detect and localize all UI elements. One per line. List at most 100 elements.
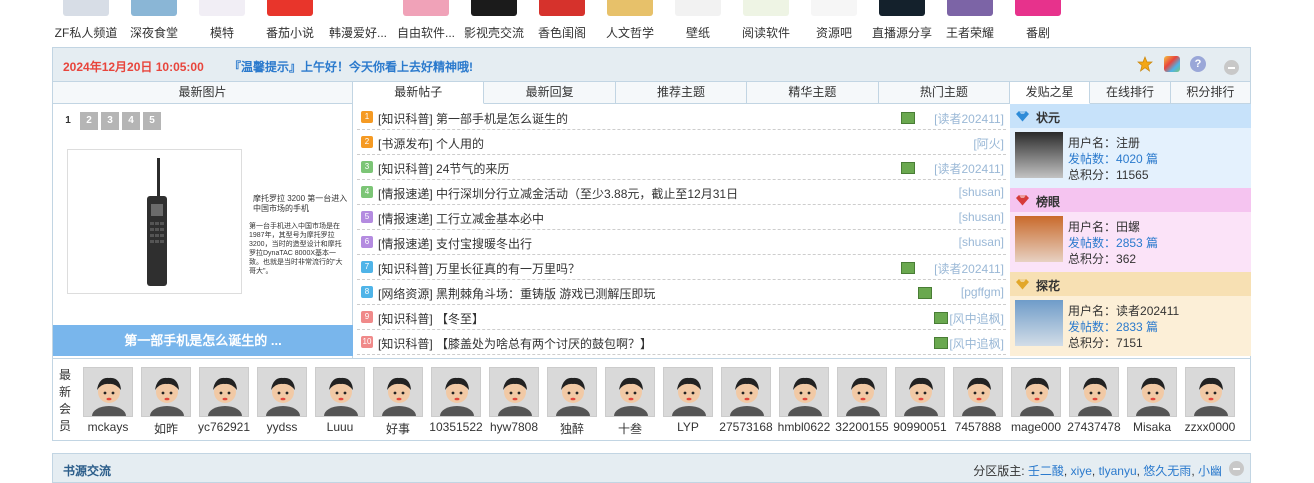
member-item[interactable]: 独醉 <box>543 367 601 437</box>
thread-title-link[interactable]: [知识科普] 【膝盖处为啥总有两个讨厌的鼓包啊？】 <box>378 335 652 352</box>
forum-link[interactable]: 香色闺阁 <box>528 0 596 42</box>
member-item[interactable]: mage000 <box>1007 367 1065 437</box>
help-icon[interactable]: ? <box>1190 56 1206 72</box>
member-item[interactable]: 十叁 <box>601 367 659 437</box>
default-avatar-icon <box>141 367 191 417</box>
picture-slideshow: 12345 摩托罗拉 3200 第一台进入中国市场的手机 第一台手机进入中国市场… <box>53 104 353 358</box>
member-item[interactable]: 90990051 <box>891 367 949 437</box>
tab-thread-1[interactable]: 最新帖子 <box>353 82 485 104</box>
thread-title-link[interactable]: [情报速递] 支付宝搜暖冬出行 <box>378 235 532 252</box>
star-icon[interactable] <box>1137 56 1153 72</box>
default-avatar-icon <box>721 367 771 417</box>
thread-title-link[interactable]: [知识科普] 24节气的来历 <box>378 160 509 177</box>
slide-page-button[interactable]: 4 <box>122 112 140 130</box>
tab-thread-3[interactable]: 推荐主题 <box>615 82 748 104</box>
thread-category: [知识科普] <box>378 262 433 276</box>
default-avatar-icon <box>373 367 423 417</box>
thread-author-link[interactable]: [风中追枫] <box>949 335 1004 352</box>
thread-author-link[interactable]: [pgffgm] <box>961 285 1004 299</box>
section-title[interactable]: 书源交流 <box>63 462 111 479</box>
thread-title-link[interactable]: [知识科普] 万里长征真的有一万里吗？ <box>378 260 580 277</box>
forum-link[interactable]: 韩漫爱好... <box>324 0 392 42</box>
tab-thread-5[interactable]: 热门主题 <box>878 82 1011 104</box>
forum-link[interactable]: ZF私人频道 <box>52 0 120 42</box>
member-item[interactable]: 27573168 <box>717 367 775 437</box>
thread-author-link[interactable]: [shusan] <box>959 210 1004 224</box>
thread-title-link[interactable]: [网络资源] 黑荆棘角斗场：重铸版 游戏已测解压即玩 <box>378 285 655 302</box>
tab-latest-pictures[interactable]: 最新图片 <box>53 82 353 104</box>
forum-link[interactable]: 影视壳交流 <box>460 0 528 42</box>
slide-page-button[interactable]: 5 <box>143 112 161 130</box>
thread-title: 个人用的 <box>436 137 485 151</box>
member-item[interactable]: zzxx0000 <box>1181 367 1239 437</box>
member-item[interactable]: 27437478 <box>1065 367 1123 437</box>
thread-author-link[interactable]: [风中追枫] <box>949 310 1004 327</box>
theme-icon[interactable] <box>1164 56 1180 72</box>
member-item[interactable]: 7457888 <box>949 367 1007 437</box>
thread-author-link[interactable]: [阿火] <box>973 135 1004 152</box>
tab-ranking-1[interactable]: 发贴之星 <box>1010 82 1091 104</box>
forum-link[interactable]: 番茄小说 <box>256 0 324 42</box>
field-label: 总积分： <box>1068 168 1117 182</box>
field-value[interactable]: 田螺 <box>1116 220 1140 234</box>
thread-title-link[interactable]: [知识科普] 【冬至】 <box>378 310 484 327</box>
member-item[interactable]: 如昨 <box>137 367 195 437</box>
member-item[interactable]: Misaka <box>1123 367 1181 437</box>
thread-title-link[interactable]: [情报速递] 中行深圳分行立减金活动（至少3.88元，截止至12月31日 <box>378 185 738 202</box>
slide-page-button[interactable]: 1 <box>59 112 77 130</box>
tab-ranking-2[interactable]: 在线排行 <box>1090 82 1171 104</box>
forum-link[interactable]: 王者荣耀 <box>936 0 1004 42</box>
forum-link[interactable]: 人文哲学 <box>596 0 664 42</box>
collapse-icon[interactable] <box>1224 60 1239 75</box>
forum-link[interactable]: 直播源分享 <box>868 0 936 42</box>
forum-link[interactable]: 自由软件... <box>392 0 460 42</box>
thread-title-link[interactable]: [书源发布] 个人用的 <box>378 135 484 152</box>
field-value[interactable]: 读者202411 <box>1116 304 1179 318</box>
thread-title-link[interactable]: [知识科普] 第一部手机是怎么诞生的 <box>378 110 568 127</box>
thread-author-link[interactable]: [shusan] <box>959 235 1004 249</box>
section-collapse-icon[interactable] <box>1229 461 1244 476</box>
ranking-title: 探花 <box>1036 279 1061 293</box>
member-item[interactable]: LYP <box>659 367 717 437</box>
moderator-link[interactable]: xiye <box>1071 464 1092 478</box>
slide-image[interactable] <box>67 149 242 294</box>
forum-link[interactable]: 模特 <box>188 0 256 42</box>
forum-link[interactable]: 阅读软件 <box>732 0 800 42</box>
forum-link[interactable]: 深夜食堂 <box>120 0 188 42</box>
tab-ranking-3[interactable]: 积分排行 <box>1170 82 1251 104</box>
member-item[interactable]: Luuu <box>311 367 369 437</box>
member-item[interactable]: hmbl0622 <box>775 367 833 437</box>
forum-icon <box>947 0 993 16</box>
tab-thread-2[interactable]: 最新回复 <box>484 82 616 104</box>
user-avatar[interactable] <box>1015 132 1063 178</box>
rank-number-badge: 6 <box>361 236 373 248</box>
field-value[interactable]: 注册 <box>1116 136 1140 150</box>
member-item[interactable]: hyw7808 <box>485 367 543 437</box>
thread-author-link[interactable]: [读者202411] <box>934 260 1004 277</box>
slide-page-button[interactable]: 3 <box>101 112 119 130</box>
member-item[interactable]: yydss <box>253 367 311 437</box>
slide-caption-link[interactable]: 第一部手机是怎么诞生的 ... <box>53 325 353 356</box>
thread-author-link[interactable]: [shusan] <box>959 185 1004 199</box>
thread-author-link[interactable]: [读者202411] <box>934 110 1004 127</box>
thread-category: [知识科普] <box>378 162 433 176</box>
tab-thread-4[interactable]: 精华主题 <box>747 82 879 104</box>
thread-author-link[interactable]: [读者202411] <box>934 160 1004 177</box>
member-item[interactable]: mckays <box>79 367 137 437</box>
member-item[interactable]: yc762921 <box>195 367 253 437</box>
user-avatar[interactable] <box>1015 216 1063 262</box>
moderator-link[interactable]: 小幽 <box>1198 464 1222 478</box>
forum-icon <box>743 0 789 16</box>
member-item[interactable]: 好事 <box>369 367 427 437</box>
member-item[interactable]: 10351522 <box>427 367 485 437</box>
forum-link[interactable]: 资源吧 <box>800 0 868 42</box>
forum-link[interactable]: 番剧 <box>1004 0 1072 42</box>
forum-link[interactable]: 壁纸 <box>664 0 732 42</box>
thread-title-link[interactable]: [情报速递] 工行立减金基本必中 <box>378 210 544 227</box>
member-item[interactable]: 32200155 <box>833 367 891 437</box>
moderator-link[interactable]: tlyanyu <box>1099 464 1137 478</box>
slide-page-button[interactable]: 2 <box>80 112 98 130</box>
user-avatar[interactable] <box>1015 300 1063 346</box>
moderator-link[interactable]: 悠久无雨 <box>1143 464 1191 478</box>
moderator-link[interactable]: 壬二酸 <box>1028 464 1064 478</box>
